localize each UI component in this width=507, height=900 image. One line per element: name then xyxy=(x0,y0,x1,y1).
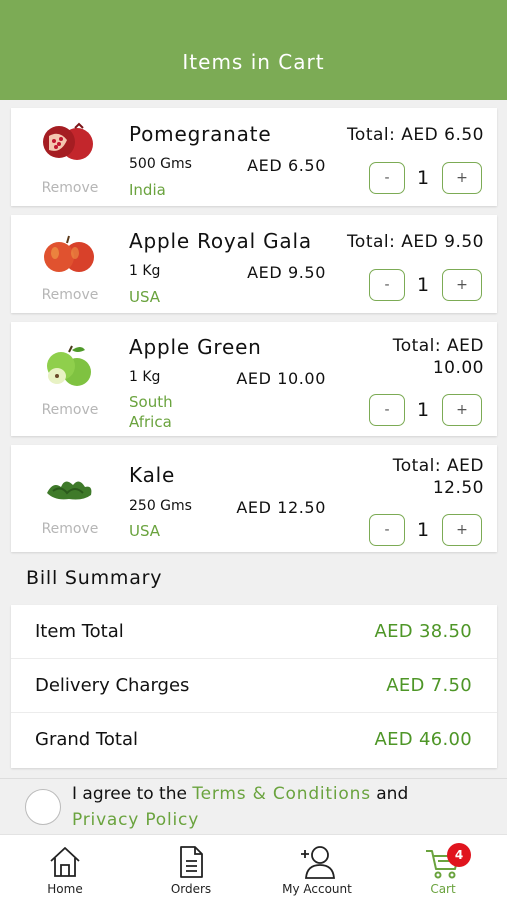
tab-my-account[interactable]: My Account xyxy=(257,835,377,900)
bill-label: Grand Total xyxy=(35,729,138,750)
product-price: AED 9.50 xyxy=(247,263,326,282)
product-quantity: 250 Gms xyxy=(129,498,192,514)
quantity-value: 1 xyxy=(416,519,430,541)
cart-item: Remove Kale 250 Gms USA AED 12.50 Total:… xyxy=(11,445,497,552)
item-total-line1: Total: AED 6.50 xyxy=(346,125,484,145)
product-price: AED 12.50 xyxy=(236,498,326,517)
item-total-line2: 10.00 xyxy=(432,358,484,378)
cart-count-badge: 4 xyxy=(447,843,471,867)
bottom-tab-bar: Home Orders My Account 4 Cart xyxy=(0,834,507,900)
cart-item: Remove Apple Green 1 Kg South Africa AED… xyxy=(11,322,497,436)
decrease-quantity-button[interactable]: - xyxy=(369,269,405,301)
item-total-line2: 12.50 xyxy=(432,478,484,498)
increase-quantity-button[interactable]: + xyxy=(442,269,482,301)
remove-button[interactable]: Remove xyxy=(39,180,101,196)
page-title: Items in Cart xyxy=(182,50,325,74)
product-origin: USA xyxy=(129,522,161,540)
tab-label: Home xyxy=(47,882,83,896)
item-total-line1: Total: AED xyxy=(392,336,484,356)
remove-button[interactable]: Remove xyxy=(39,521,101,537)
remove-button[interactable]: Remove xyxy=(39,402,101,418)
pomegranate-image xyxy=(43,122,93,160)
product-origin: USA xyxy=(129,288,161,306)
product-quantity: 500 Gms xyxy=(129,156,192,172)
product-origin: India xyxy=(129,181,166,199)
product-name: Pomegranate xyxy=(129,122,272,146)
quantity-value: 1 xyxy=(416,399,430,421)
quantity-value: 1 xyxy=(416,167,430,189)
decrease-quantity-button[interactable]: - xyxy=(369,162,405,194)
home-icon xyxy=(50,847,80,877)
agreement-middle: and xyxy=(370,784,409,804)
green-apple-image xyxy=(47,345,91,386)
item-total-line1: Total: AED xyxy=(392,456,484,476)
privacy-policy-link[interactable]: Privacy Policy xyxy=(72,810,199,830)
product-name: Apple Royal Gala xyxy=(129,229,312,253)
terms-link[interactable]: Terms & Conditions xyxy=(192,784,371,804)
decrease-quantity-button[interactable]: - xyxy=(369,394,405,426)
terms-agreement: I agree to the Terms & Conditions and Pr… xyxy=(0,778,507,833)
agreement-text: I agree to the Terms & Conditions and xyxy=(72,784,408,804)
product-quantity: 1 Kg xyxy=(129,263,161,279)
agreement-prefix: I agree to the xyxy=(72,784,193,804)
bill-row-item-total: Item Total AED 38.50 xyxy=(11,605,497,659)
product-name: Kale xyxy=(129,463,176,487)
increase-quantity-button[interactable]: + xyxy=(442,394,482,426)
bill-summary: Item Total AED 38.50 Delivery Charges AE… xyxy=(11,605,497,768)
bill-label: Item Total xyxy=(35,621,124,642)
increase-quantity-button[interactable]: + xyxy=(442,514,482,546)
bill-value: AED 46.00 xyxy=(374,729,472,750)
bill-summary-title: Bill Summary xyxy=(26,567,163,589)
product-quantity: 1 Kg xyxy=(129,369,161,385)
tab-cart[interactable]: 4 Cart xyxy=(383,835,503,900)
tab-home[interactable]: Home xyxy=(5,835,125,900)
product-name: Apple Green xyxy=(129,335,262,359)
bill-value: AED 7.50 xyxy=(386,675,472,696)
app-header: Items in Cart xyxy=(0,0,507,100)
remove-button[interactable]: Remove xyxy=(39,287,101,303)
decrease-quantity-button[interactable]: - xyxy=(369,514,405,546)
agree-radio[interactable] xyxy=(25,789,61,825)
item-total: Total: AED 10.00 xyxy=(374,335,484,379)
add-user-icon xyxy=(301,846,335,879)
item-total: Total: AED 12.50 xyxy=(374,455,484,499)
product-price: AED 10.00 xyxy=(236,369,326,388)
item-total: Total: AED 6.50 xyxy=(347,124,484,146)
tab-label: Orders xyxy=(170,882,212,896)
increase-quantity-button[interactable]: + xyxy=(442,162,482,194)
bill-row-delivery-charges: Delivery Charges AED 7.50 xyxy=(11,659,497,713)
product-origin: South Africa xyxy=(129,393,173,431)
red-apple-image xyxy=(44,235,94,272)
tab-label: Cart xyxy=(430,882,456,896)
item-total: Total: AED 9.50 xyxy=(347,231,484,253)
cart-item: Remove Apple Royal Gala 1 Kg USA AED 9.5… xyxy=(11,215,497,313)
quantity-value: 1 xyxy=(416,274,430,296)
cart-item: Remove Pomegranate 500 Gms India AED 6.5… xyxy=(11,108,497,206)
product-price: AED 6.50 xyxy=(247,156,326,175)
item-total-line1: Total: AED 9.50 xyxy=(346,232,484,252)
kale-image xyxy=(47,481,92,500)
bill-row-grand-total: Grand Total AED 46.00 xyxy=(11,713,497,767)
bill-label: Delivery Charges xyxy=(35,675,190,696)
orders-icon xyxy=(180,846,203,878)
bill-value: AED 38.50 xyxy=(374,621,472,642)
tab-orders[interactable]: Orders xyxy=(131,835,251,900)
tab-label: My Account xyxy=(282,882,352,896)
